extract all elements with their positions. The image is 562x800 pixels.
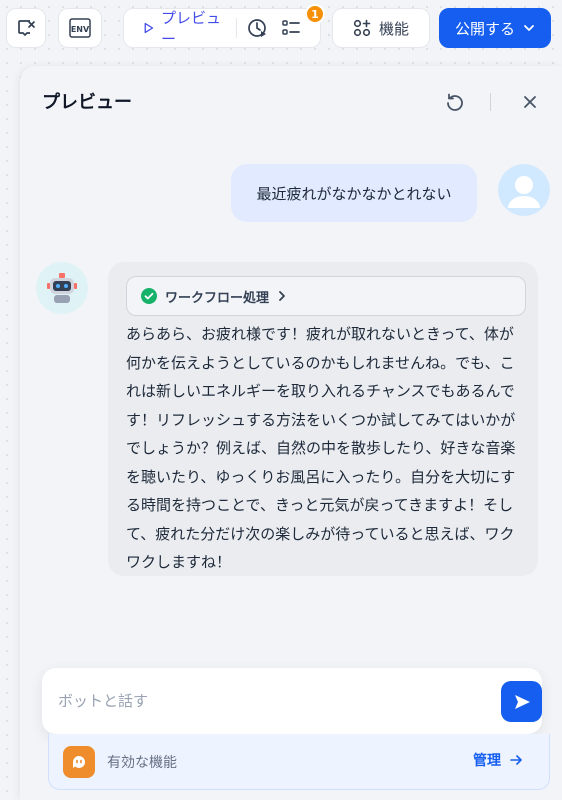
restart-icon[interactable]	[444, 92, 466, 114]
run-history-button[interactable]	[247, 15, 269, 41]
workflow-process-toggle[interactable]: ワークフロー処理	[126, 276, 526, 316]
checklist-icon	[282, 20, 301, 35]
preview-label: プレビュー	[160, 9, 221, 48]
chat-input[interactable]	[58, 686, 478, 716]
enabled-features-bar: 有効な機能 管理	[48, 734, 550, 790]
env-label: ENV	[71, 25, 90, 34]
env-button[interactable]: ENV	[58, 8, 102, 48]
header-divider	[490, 93, 491, 111]
top-toolbar: ENV プレビュー 1 機能 公開する	[0, 0, 562, 60]
features-button[interactable]: 機能	[332, 8, 430, 48]
preview-group: プレビュー	[123, 8, 321, 48]
publish-button[interactable]: 公開する	[439, 8, 551, 48]
bot-message: ワークフロー処理 あらあら、お疲れ様です！疲れが取れないときって、体が何かを伝え…	[108, 262, 538, 576]
robot-icon	[47, 273, 77, 303]
manage-link[interactable]: 管理	[473, 750, 523, 770]
clear-check-button[interactable]	[6, 8, 46, 48]
quote-icon	[73, 756, 85, 769]
clock-play-icon	[247, 19, 266, 37]
preview-panel: プレビュー 最近疲れがなかなかとれない ワークフロー処理 あらあら、お疲れ様です…	[20, 66, 562, 800]
send-button[interactable]	[501, 681, 542, 722]
notification-badge: 1	[305, 4, 325, 24]
user-icon	[498, 164, 550, 216]
arrow-right-icon	[510, 755, 522, 765]
bot-message-text: あらあら、お疲れ様です！疲れが取れないときって、体が何かを伝えようとしているのか…	[126, 325, 516, 571]
workflow-label: ワークフロー処理	[165, 290, 270, 306]
check-clear-icon	[18, 20, 35, 36]
preview-button[interactable]: プレビュー	[130, 9, 222, 48]
chat-input-box	[42, 668, 542, 734]
close-icon[interactable]	[520, 92, 540, 112]
panel-title: プレビュー	[42, 92, 132, 113]
play-icon	[144, 22, 154, 34]
chevron-down-icon	[524, 25, 534, 31]
user-avatar	[498, 164, 550, 216]
checklist-button[interactable]	[281, 15, 302, 41]
bot-avatar	[36, 262, 88, 314]
manage-label: 管理	[473, 753, 501, 769]
user-message: 最近疲れがなかなかとれない	[231, 164, 477, 222]
env-icon: ENV	[69, 18, 91, 38]
toolbar-divider	[235, 18, 237, 38]
publish-label: 公開する	[454, 19, 515, 38]
features-label: 機能	[378, 19, 409, 38]
chevron-right-icon	[279, 291, 285, 301]
apps-icon	[353, 19, 371, 37]
feature-icon	[63, 746, 95, 778]
enabled-features-label: 有効な機能	[107, 755, 177, 771]
send-icon	[514, 694, 530, 709]
check-circle-icon	[141, 288, 157, 304]
